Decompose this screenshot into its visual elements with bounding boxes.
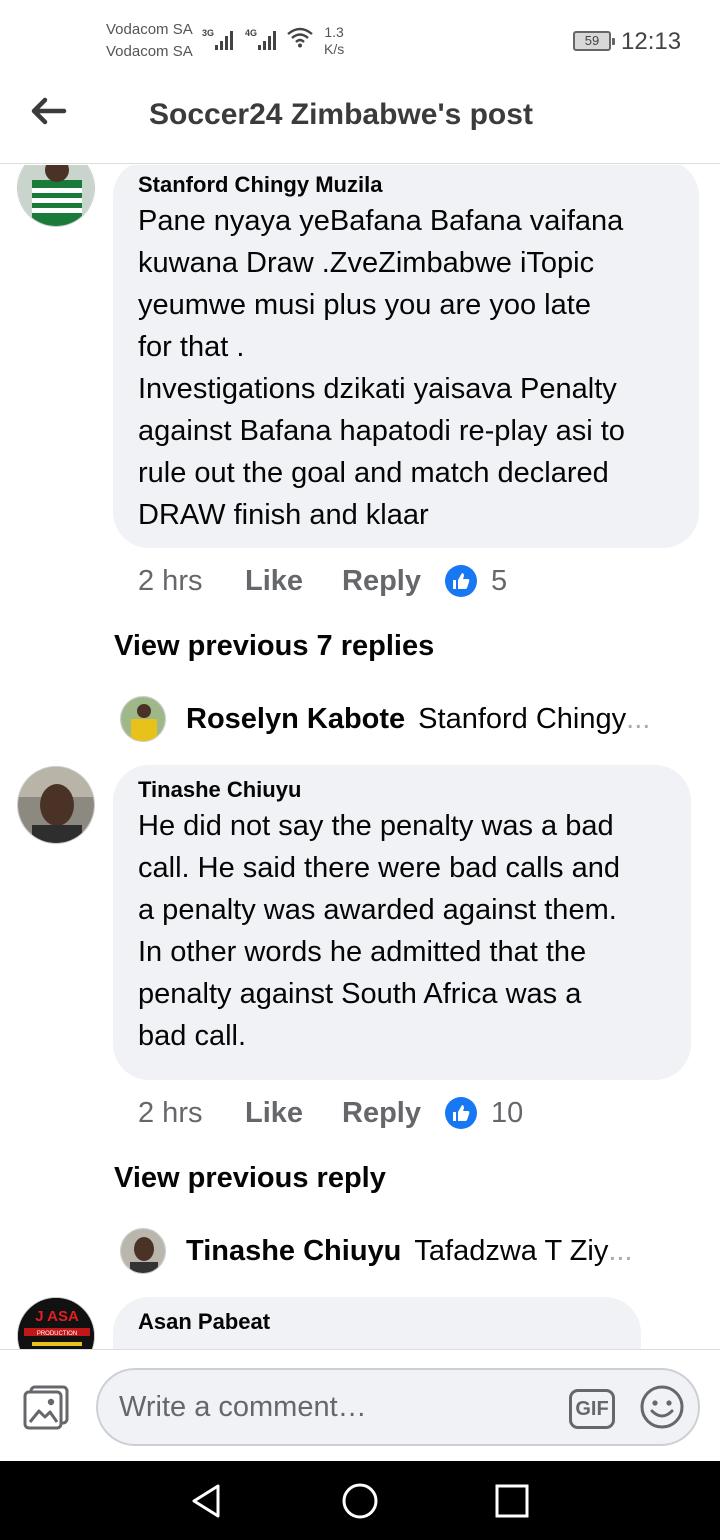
signal-icon [215, 28, 233, 50]
back-triangle-icon[interactable] [186, 1481, 226, 1521]
comment-time[interactable]: 2 hrs [138, 565, 245, 598]
reply-snippet: Stanford Chingy [418, 702, 627, 735]
comment-time[interactable]: 2 hrs [138, 1097, 245, 1130]
comment-text: He did not say the penalty was a bad cal… [138, 810, 620, 1052]
view-previous-replies[interactable]: View previous 7 replies [114, 630, 434, 663]
comment-placeholder: Write a comment… [119, 1391, 367, 1423]
recents-square-icon[interactable] [492, 1481, 532, 1521]
reaction-count[interactable]: 10 [491, 1097, 523, 1130]
reply-preview[interactable]: Tinashe Chiuyu Tafadzwa T Ziy ... [120, 1227, 680, 1275]
arrow-left-icon[interactable] [28, 96, 68, 126]
comment-author[interactable]: Asan Pabeat [138, 1307, 617, 1337]
network-type-2: 4G [245, 28, 258, 38]
reply-author[interactable]: Tinashe Chiuyu [186, 1235, 401, 1268]
avatar[interactable] [17, 165, 95, 227]
comment-composer: Write a comment… GIF [0, 1349, 720, 1461]
carrier-1: Vodacom SA [106, 21, 193, 38]
status-time: 12:13 [621, 28, 682, 55]
thumbs-up-icon[interactable] [445, 565, 477, 597]
post-header: Soccer24 Zimbabwe's post [0, 80, 720, 164]
speed-unit: K/s [324, 41, 345, 57]
emoji-icon[interactable] [639, 1384, 685, 1430]
page-title: Soccer24 Zimbabwe's post [149, 98, 533, 131]
status-bar: Vodacom SA Vodacom SA 3G 4G 1.3 K/s 59 1… [0, 0, 720, 80]
svg-text:J ASA: J ASA [35, 1308, 79, 1325]
network-type-1: 3G [202, 28, 215, 38]
gif-button[interactable]: GIF [569, 1389, 615, 1429]
photo-icon[interactable] [22, 1384, 70, 1430]
comment-author[interactable]: Tinashe Chiuyu [138, 775, 667, 805]
signal-icon [258, 28, 276, 50]
comment-bubble[interactable]: Asan Pabeat [113, 1297, 641, 1349]
comment-feed[interactable]: Stanford Chingy Muzila Pane nyaya yeBafa… [0, 165, 720, 1349]
comment-actions: 2 hrs Like Reply 5 [138, 561, 507, 601]
speed-value: 1.3 [324, 24, 344, 40]
comment-actions: 2 hrs Like Reply 10 [138, 1093, 523, 1133]
avatar[interactable] [17, 766, 95, 844]
reply-button[interactable]: Reply [342, 565, 445, 598]
comment-author[interactable]: Stanford Chingy Muzila [138, 170, 675, 200]
comment-input[interactable]: Write a comment… GIF [96, 1368, 700, 1446]
battery-icon: 59 [573, 31, 615, 51]
avatar[interactable] [120, 696, 166, 742]
reply-snippet: Tafadzwa T Ziy [414, 1234, 609, 1267]
comment-bubble[interactable]: Stanford Chingy Muzila Pane nyaya yeBafa… [113, 165, 699, 548]
comment-text: Pane nyaya yeBafana Bafana vaifana kuwan… [138, 205, 625, 531]
reply-author[interactable]: Roselyn Kabote [186, 703, 405, 736]
carrier-2: Vodacom SA [106, 43, 193, 60]
avatar[interactable]: J ASA PRODUCTION [17, 1297, 95, 1349]
reaction-count[interactable]: 5 [491, 565, 507, 598]
network-speed: 1.3 K/s [324, 24, 344, 58]
view-previous-reply[interactable]: View previous reply [114, 1162, 386, 1195]
home-circle-icon[interactable] [340, 1481, 380, 1521]
reply-button[interactable]: Reply [342, 1097, 445, 1130]
reply-ellipsis: ... [626, 702, 651, 735]
wifi-icon [287, 27, 313, 48]
android-nav-bar [0, 1461, 720, 1540]
comment-bubble[interactable]: Tinashe Chiuyu He did not say the penalt… [113, 765, 691, 1080]
reply-ellipsis: ... [608, 1234, 633, 1267]
like-button[interactable]: Like [245, 565, 342, 598]
svg-text:PRODUCTION: PRODUCTION [37, 1331, 77, 1337]
like-button[interactable]: Like [245, 1097, 342, 1130]
reply-preview[interactable]: Roselyn Kabote Stanford Chingy ... [120, 695, 680, 743]
thumbs-up-icon[interactable] [445, 1097, 477, 1129]
avatar[interactable] [120, 1228, 166, 1274]
